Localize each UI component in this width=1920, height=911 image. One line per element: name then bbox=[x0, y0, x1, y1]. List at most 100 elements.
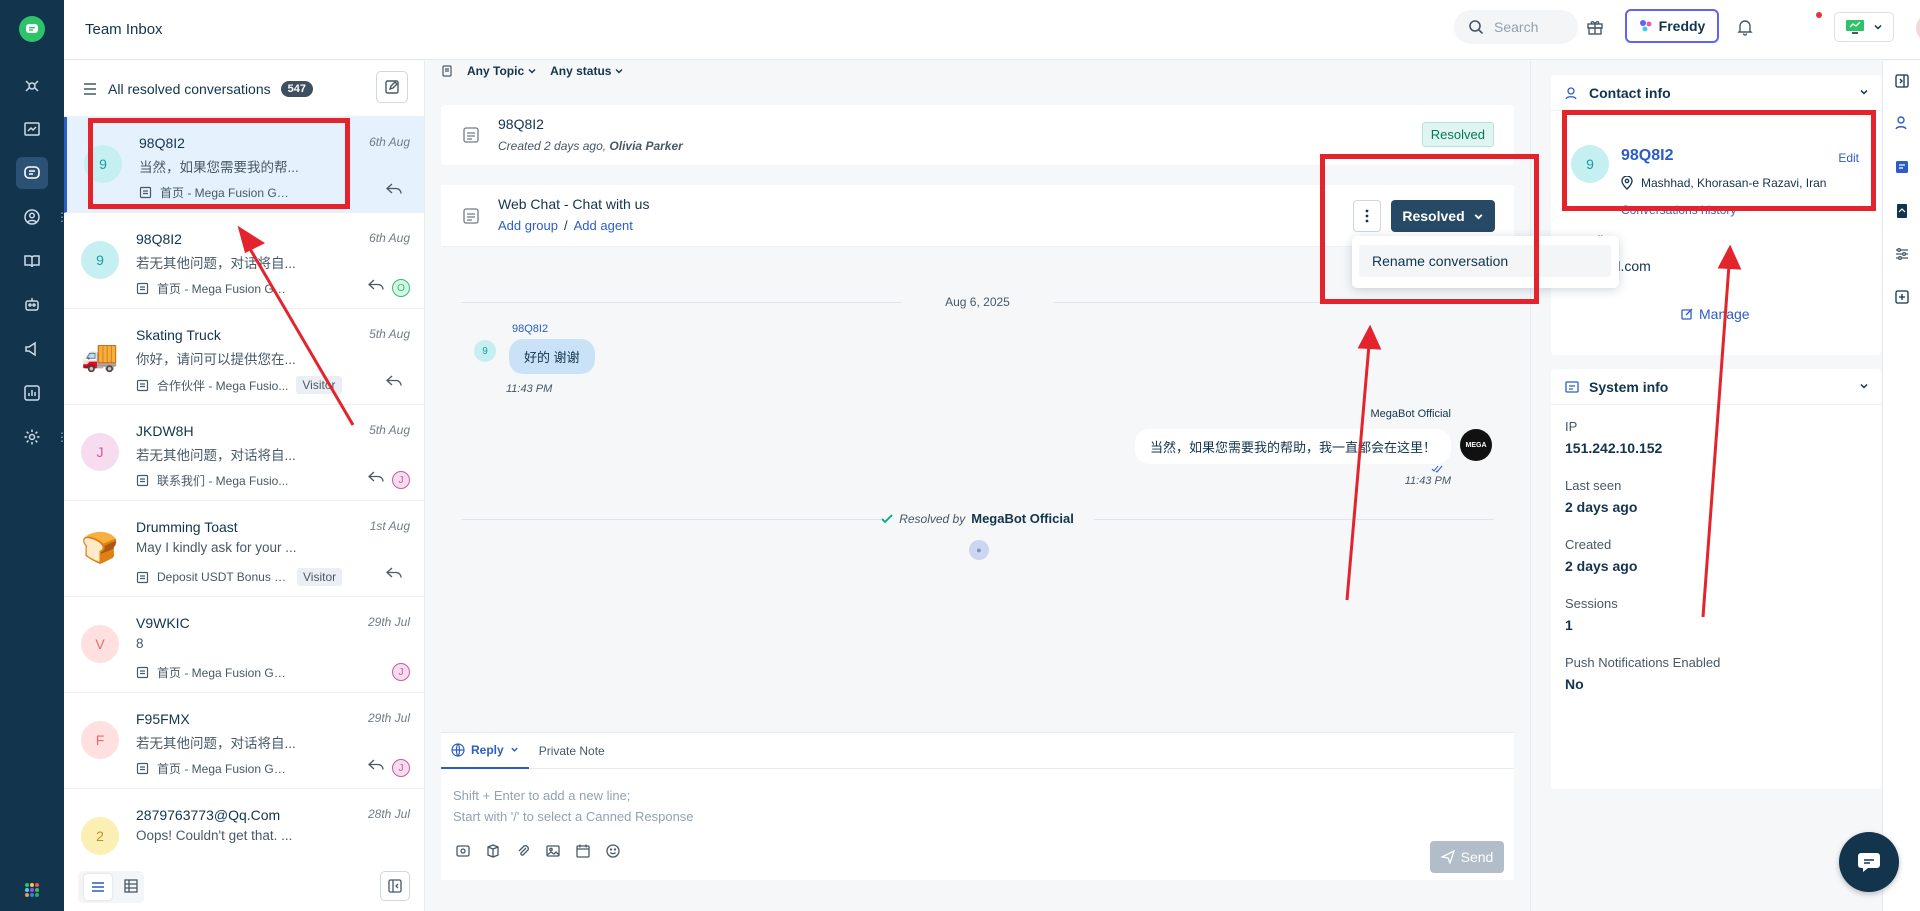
user-avatar[interactable]: J bbox=[1916, 14, 1920, 42]
tab-private-note[interactable]: Private Note bbox=[529, 733, 615, 769]
list-view-title[interactable]: All resolved conversations bbox=[108, 81, 271, 97]
contact-icon bbox=[1565, 86, 1577, 99]
ticket-summary-card: 98Q8I2 Created 2 days ago, Olivia Parker… bbox=[441, 105, 1514, 165]
canned-response-icon[interactable] bbox=[455, 843, 471, 859]
page-icon bbox=[136, 666, 149, 679]
ticket-details-icon[interactable] bbox=[1892, 157, 1912, 177]
list-view-icon[interactable] bbox=[84, 874, 112, 900]
search-input[interactable]: Search bbox=[1454, 10, 1578, 44]
conversation-name: JKDW8H bbox=[136, 423, 194, 439]
conversation-list-item[interactable]: J JKDW8H 5th Aug 若无其他问题，对话将自... 联系我们 - Mega … bbox=[64, 405, 424, 501]
conversation-preview: 若无其他问题，对话将自... bbox=[136, 256, 296, 271]
page-icon bbox=[136, 379, 149, 391]
menu-icon[interactable] bbox=[82, 82, 98, 96]
contacts-icon[interactable] bbox=[16, 201, 48, 233]
topic-filter-label: Any Topic bbox=[467, 64, 525, 78]
knowledge-base-icon[interactable] bbox=[16, 245, 48, 277]
contact-name[interactable]: 98Q8I2 bbox=[1621, 147, 1673, 165]
conversation-date: 1st Aug bbox=[369, 519, 410, 533]
conversations-icon[interactable] bbox=[16, 157, 48, 189]
status-dropdown-button[interactable]: Resolved bbox=[1391, 200, 1495, 232]
send-icon bbox=[1440, 850, 1455, 864]
image-icon[interactable] bbox=[545, 843, 561, 859]
settings-icon[interactable] bbox=[16, 421, 48, 453]
tab-reply-label: Reply bbox=[471, 742, 504, 757]
calendar-icon[interactable] bbox=[575, 843, 591, 859]
conversations-history-link[interactable]: Conversations history bbox=[1621, 203, 1736, 217]
solution-article-icon[interactable] bbox=[485, 843, 501, 859]
more-options-button[interactable] bbox=[1353, 200, 1381, 232]
contact-info-header[interactable]: Contact info bbox=[1551, 75, 1881, 111]
dashboard-icon[interactable] bbox=[16, 113, 48, 145]
contact-details-icon[interactable] bbox=[1892, 113, 1912, 133]
add-agent-link[interactable]: Add agent bbox=[574, 218, 633, 233]
conversation-list-item[interactable]: 9 98Q8I2 6th Aug 若无其他问题，对话将自... 首页 - Mega Fu… bbox=[64, 213, 424, 309]
add-app-icon[interactable] bbox=[1892, 287, 1912, 307]
attachment-icon[interactable] bbox=[515, 843, 531, 859]
table-view-icon[interactable] bbox=[124, 878, 138, 896]
reply-editor: Reply Private Note Shift + Enter to add … bbox=[441, 732, 1514, 880]
assigned-agent-avatar: J bbox=[392, 471, 410, 489]
conversation-name: 2879763773@Qq.Com bbox=[136, 807, 281, 823]
conversation-list-item[interactable]: 🚚 Skating Truck 5th Aug 你好，请问可以提供您在... 合作伙伴 … bbox=[64, 309, 424, 405]
notifications-bell-icon[interactable] bbox=[1732, 14, 1758, 40]
topic-filter[interactable]: Any Topic bbox=[467, 64, 536, 78]
conversation-source-label: 首页 - Mega Fusion Gro... bbox=[157, 666, 289, 680]
check-icon bbox=[881, 513, 893, 523]
system-info-header[interactable]: System info bbox=[1551, 369, 1881, 405]
conversation-preview: 当然，如果您需要我的帮... bbox=[139, 160, 299, 175]
conversation-preview: 你好，请问可以提供您在... bbox=[136, 352, 296, 367]
conversation-list-item[interactable]: F F95FMX 29th Jul 若无其他问题，对话将自... 首页 - Mega F… bbox=[64, 693, 424, 789]
notes-icon[interactable] bbox=[1892, 201, 1912, 221]
tab-reply[interactable]: Reply bbox=[441, 733, 529, 769]
ticket-created-prefix: Created 2 days ago, bbox=[498, 139, 607, 153]
apps-grid-icon[interactable] bbox=[16, 874, 48, 906]
conversation-source: 合作伙伴 - Mega Fusio... Visitor bbox=[136, 376, 342, 394]
conversation-avatar: F bbox=[81, 721, 119, 759]
conversation-preview: May I kindly ask for your ... bbox=[136, 540, 297, 555]
reply-arrow-icon bbox=[368, 279, 384, 290]
compose-icon bbox=[385, 80, 399, 94]
ai-agents-icon[interactable] bbox=[16, 70, 48, 102]
page-icon bbox=[136, 571, 149, 583]
add-group-link[interactable]: Add group bbox=[498, 218, 558, 233]
compose-button[interactable] bbox=[376, 71, 408, 103]
availability-select[interactable] bbox=[1834, 12, 1894, 42]
conversation-list-item[interactable]: 9 98Q8I2 6th Aug 当然，如果您需要我的帮... 首页 - Mega Fu… bbox=[64, 117, 424, 213]
date-separator-label: Aug 6, 2025 bbox=[945, 295, 1010, 309]
conversation-source: 首页 - Mega Fusion Gro... bbox=[136, 664, 289, 681]
manage-link[interactable]: Manage bbox=[1681, 306, 1750, 322]
emoji-icon[interactable] bbox=[605, 843, 621, 859]
system-field-label: Sessions bbox=[1565, 596, 1618, 611]
reply-arrow-icon bbox=[386, 183, 402, 194]
status-dropdown-label: Resolved bbox=[1402, 208, 1465, 224]
conversation-preview: 若无其他问题，对话将自... bbox=[136, 448, 296, 463]
read-check-icon bbox=[1431, 465, 1443, 473]
rename-conversation-menu-item[interactable]: Rename conversation bbox=[1359, 245, 1611, 277]
left-nav: ⋮ ⋮ bbox=[0, 0, 68, 911]
sliders-icon[interactable] bbox=[1892, 244, 1912, 264]
conversation-source-label: 首页 - Mega Fusion Gro... bbox=[157, 282, 289, 296]
campaigns-icon[interactable] bbox=[16, 333, 48, 365]
details-sidebar: Contact info 9 98Q8I2 Edit Mashhad, Khor… bbox=[1530, 61, 1882, 911]
conversation-list-item[interactable]: V V9WKIC 29th Jul 8 首页 - Mega Fusion Gro... J bbox=[64, 597, 424, 693]
reply-input[interactable]: Shift + Enter to add a new line; Start w… bbox=[453, 785, 694, 827]
system-field-value: 2 days ago bbox=[1565, 499, 1638, 515]
status-filter[interactable]: Any status bbox=[550, 64, 623, 78]
panel-toggle-icon[interactable] bbox=[1892, 71, 1912, 91]
conversation-avatar: 9 bbox=[84, 145, 122, 183]
bot-icon[interactable] bbox=[16, 289, 48, 321]
reports-icon[interactable] bbox=[16, 377, 48, 409]
app-logo-icon[interactable] bbox=[19, 16, 45, 42]
chat-widget-button[interactable] bbox=[1839, 832, 1899, 892]
page-icon bbox=[136, 762, 149, 775]
freddy-button[interactable]: Freddy bbox=[1625, 9, 1719, 43]
edit-contact-link[interactable]: Edit bbox=[1838, 151, 1859, 165]
conversation-list-item[interactable]: 🍞 Drumming Toast 1st Aug May I kindly ask f… bbox=[64, 501, 424, 597]
gift-icon[interactable] bbox=[1582, 14, 1608, 40]
send-button[interactable]: Send bbox=[1430, 841, 1504, 873]
freddy-icon bbox=[1639, 20, 1652, 32]
collapse-panel-button[interactable] bbox=[380, 871, 410, 901]
bot-avatar: MEGA bbox=[1460, 429, 1492, 461]
system-field-value: 151.242.10.152 bbox=[1565, 440, 1663, 456]
